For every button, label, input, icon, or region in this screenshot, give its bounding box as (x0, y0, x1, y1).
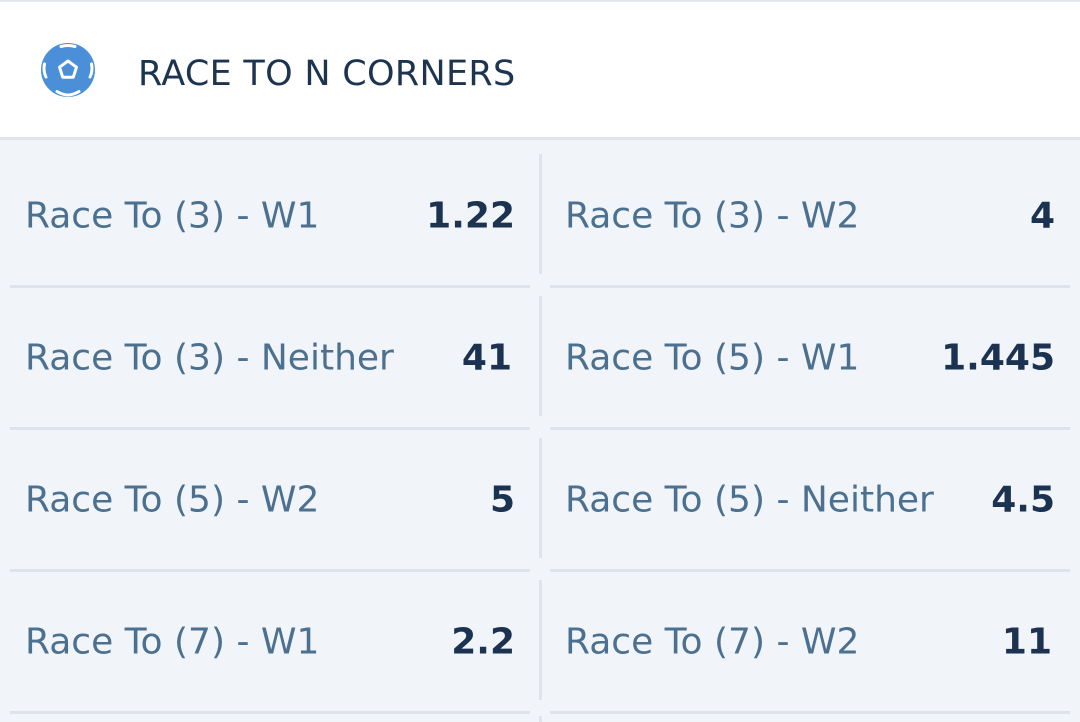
outcome-odds: 2.2 (451, 621, 515, 663)
outcome-race3-w2[interactable]: Race To (3) - W2 4 (540, 145, 1080, 287)
soccer-ball-icon (41, 43, 95, 97)
outcome-race5-neither[interactable]: Race To (5) - Neither 4.5 (540, 429, 1080, 571)
outcome-label: Race To (3) - Neither (25, 337, 394, 379)
outcome-race7-w2[interactable]: Race To (7) - W2 11 (540, 571, 1080, 713)
outcome-odds: 11 (1001, 621, 1052, 663)
market-title: RACE TO N CORNERS (138, 54, 516, 94)
outcome-race7-w1[interactable]: Race To (7) - W1 2.2 (0, 571, 540, 713)
column-divider (539, 716, 542, 722)
outcome-race5-w2[interactable]: Race To (5) - W2 5 (0, 429, 540, 571)
row-divider (10, 285, 530, 288)
column-divider (539, 438, 542, 558)
outcome-label: Race To (5) - W1 (565, 337, 860, 379)
row-divider (10, 711, 530, 714)
column-divider (539, 296, 542, 416)
outcome-odds: 5 (489, 479, 515, 521)
row-divider (10, 427, 530, 430)
outcome-race5-w1[interactable]: Race To (5) - W1 1.445 (540, 287, 1080, 429)
row-divider (550, 285, 1070, 288)
outcome-label: Race To (3) - W2 (565, 195, 860, 237)
outcome-label: Race To (3) - W1 (25, 195, 320, 237)
outcome-odds: 4.5 (991, 479, 1055, 521)
row-divider (550, 711, 1070, 714)
outcome-label: Race To (5) - Neither (565, 479, 934, 521)
market-header[interactable]: RACE TO N CORNERS (0, 0, 1080, 140)
outcome-odds: 41 (461, 337, 512, 379)
row-divider (550, 569, 1070, 572)
column-divider (539, 580, 542, 700)
outcome-label: Race To (7) - W2 (565, 621, 860, 663)
outcome-label: Race To (7) - W1 (25, 621, 320, 663)
outcome-odds: 4 (1029, 195, 1055, 237)
outcome-race3-neither[interactable]: Race To (3) - Neither 41 (0, 287, 540, 429)
outcome-odds: 1.445 (941, 337, 1055, 379)
outcome-label: Race To (5) - W2 (25, 479, 320, 521)
outcome-odds: 1.22 (426, 195, 515, 237)
row-divider (10, 569, 530, 572)
column-divider (539, 154, 542, 274)
outcome-race3-w1[interactable]: Race To (3) - W1 1.22 (0, 145, 540, 287)
row-divider (550, 427, 1070, 430)
